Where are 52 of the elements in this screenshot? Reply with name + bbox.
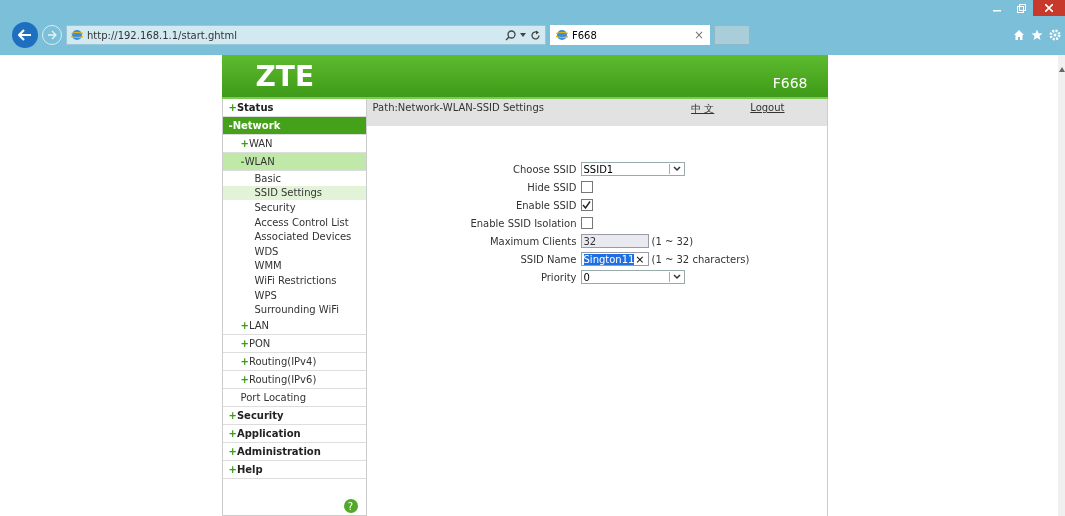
sidebar-item[interactable]: SSID Settings	[222, 185, 366, 201]
sidebar-item[interactable]: WMM	[222, 258, 366, 274]
field-label: SSID Name	[519, 253, 577, 265]
sidebar-item[interactable]: -WLAN	[222, 153, 366, 171]
arrow-right-icon	[47, 30, 57, 40]
field-label: Enable SSID	[514, 199, 577, 211]
sidebar-item[interactable]: Surrounding WiFi	[222, 302, 366, 317]
sidebar-item[interactable]: WDS	[222, 243, 366, 259]
sidebar-item[interactable]: Basic	[222, 171, 366, 186]
scroll-up-icon	[1058, 67, 1065, 72]
close-icon	[1045, 4, 1053, 12]
select-field[interactable]: SSID1	[580, 162, 685, 176]
close-button[interactable]	[1033, 0, 1065, 16]
tab-close-button[interactable]: ×	[693, 28, 704, 42]
address-field[interactable]: http://192.168.1.1/start.ghtml	[66, 25, 546, 45]
scrollbar[interactable]	[1058, 55, 1065, 516]
breadcrumb-text: Path:Network-WLAN-SSID Settings	[372, 102, 545, 113]
browser-tab[interactable]: F668 ×	[550, 25, 710, 45]
caret-icon	[672, 274, 681, 280]
star-icon[interactable]	[1031, 29, 1043, 41]
model-name: F668	[772, 75, 808, 91]
hint-text: (1 ~ 32)	[651, 235, 694, 247]
refresh-icon[interactable]	[530, 29, 541, 41]
sidebar-item[interactable]: WiFi Restrictions	[222, 273, 366, 288]
field-label: Enable SSID Isolation	[469, 217, 577, 229]
sidebar-item[interactable]: Associated Devices	[222, 229, 366, 244]
checkbox[interactable]	[580, 217, 593, 229]
caret-icon[interactable]	[520, 33, 526, 37]
language-link[interactable]: 中 文	[691, 102, 715, 116]
checkbox[interactable]	[580, 199, 593, 211]
sidebar-item[interactable]: Security	[222, 200, 366, 215]
input-field[interactable]: Sington11×	[580, 252, 649, 266]
field-label: Choose SSID	[512, 163, 577, 175]
logo: ZTE	[255, 59, 315, 93]
logout-link[interactable]: Logout	[750, 102, 785, 113]
hint-text: (1 ~ 32 characters)	[651, 253, 750, 265]
search-icon[interactable]	[505, 29, 516, 41]
browser-icon	[71, 29, 83, 41]
sidebar-item[interactable]: Access Control List	[222, 214, 366, 230]
sidebar-item[interactable]: WPS	[222, 287, 366, 303]
field-label: Priority	[539, 271, 577, 283]
back-button[interactable]	[12, 22, 38, 48]
select-field[interactable]: 0	[580, 270, 685, 284]
input-field[interactable]: 32	[580, 234, 649, 248]
restore-icon	[1016, 3, 1026, 13]
checkbox[interactable]	[580, 181, 593, 193]
arrow-left-icon	[18, 29, 32, 41]
field-label: Maximum Clients	[488, 235, 577, 247]
check-icon	[582, 201, 591, 209]
field-label: Hide SSID	[526, 181, 577, 193]
caret-icon	[672, 166, 681, 172]
browser-icon	[556, 29, 568, 41]
